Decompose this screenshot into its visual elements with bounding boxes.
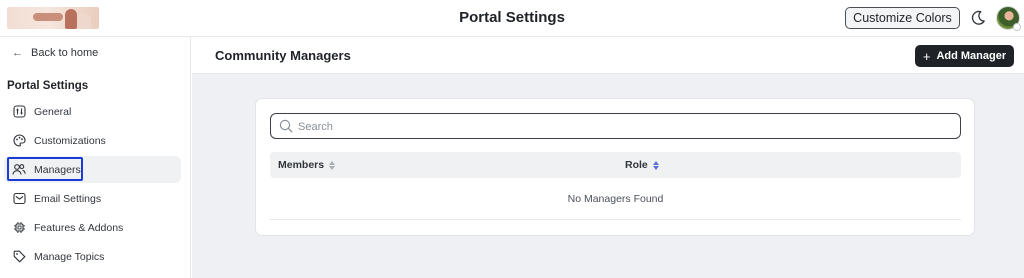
column-label: Members <box>278 159 325 171</box>
sidebar-item-label: General <box>34 105 72 118</box>
sidebar-item-label: Manage Topics <box>34 250 105 263</box>
sliders-icon <box>12 105 26 119</box>
sidebar-item-managers[interactable]: Managers <box>0 155 191 184</box>
column-header-members[interactable]: Members <box>278 159 336 171</box>
sidebar-item-features-addons[interactable]: Features & Addons <box>0 213 191 242</box>
back-to-home-link[interactable]: ← Back to home <box>12 47 98 59</box>
users-icon <box>12 163 26 177</box>
sidebar-item-customizations[interactable]: Customizations <box>0 126 191 155</box>
sidebar: ← Back to home Portal Settings General C… <box>0 37 191 278</box>
sidebar-item-manage-topics[interactable]: Manage Topics <box>0 242 191 271</box>
main-content: Community Managers + Add Manager Members… <box>192 37 1024 278</box>
customize-colors-button[interactable]: Customize Colors <box>845 7 960 29</box>
column-header-role[interactable]: Role <box>625 159 659 171</box>
back-to-home-label: Back to home <box>31 47 99 59</box>
empty-state-message: No Managers Found <box>270 178 961 220</box>
search-icon <box>279 119 293 133</box>
sidebar-nav: General Customizations Managers Email Se… <box>0 97 191 271</box>
sidebar-item-label: Customizations <box>34 134 106 147</box>
search-field[interactable] <box>270 113 961 139</box>
add-manager-button[interactable]: + Add Manager <box>915 45 1014 67</box>
sort-icon[interactable] <box>329 160 336 170</box>
plus-icon: + <box>922 48 931 64</box>
sidebar-item-label: Email Settings <box>34 192 102 205</box>
sidebar-item-label: Features & Addons <box>34 221 124 234</box>
add-manager-label: Add Manager <box>936 50 1007 62</box>
section-heading: Community Managers <box>215 48 351 63</box>
content-header: Community Managers + Add Manager <box>192 37 1024 74</box>
sidebar-item-label: Managers <box>34 163 81 176</box>
arrow-left-icon: ← <box>12 47 23 59</box>
sidebar-section-title: Portal Settings <box>7 80 89 92</box>
sidebar-item-email-settings[interactable]: Email Settings <box>0 184 191 213</box>
moon-icon[interactable] <box>970 10 986 26</box>
tag-icon <box>12 250 26 264</box>
palette-icon <box>12 134 26 148</box>
column-label: Role <box>625 159 648 171</box>
table-header: Members Role <box>270 152 961 178</box>
search-input[interactable] <box>298 118 948 135</box>
avatar-chevron-icon[interactable] <box>1013 23 1021 31</box>
sidebar-item-general[interactable]: General <box>0 97 191 126</box>
top-header: Portal Settings Customize Colors <box>0 0 1024 37</box>
managers-card: Members Role No Managers Found <box>255 98 975 236</box>
mail-icon <box>12 192 26 206</box>
sort-icon[interactable] <box>652 160 659 170</box>
chip-icon <box>12 221 26 235</box>
